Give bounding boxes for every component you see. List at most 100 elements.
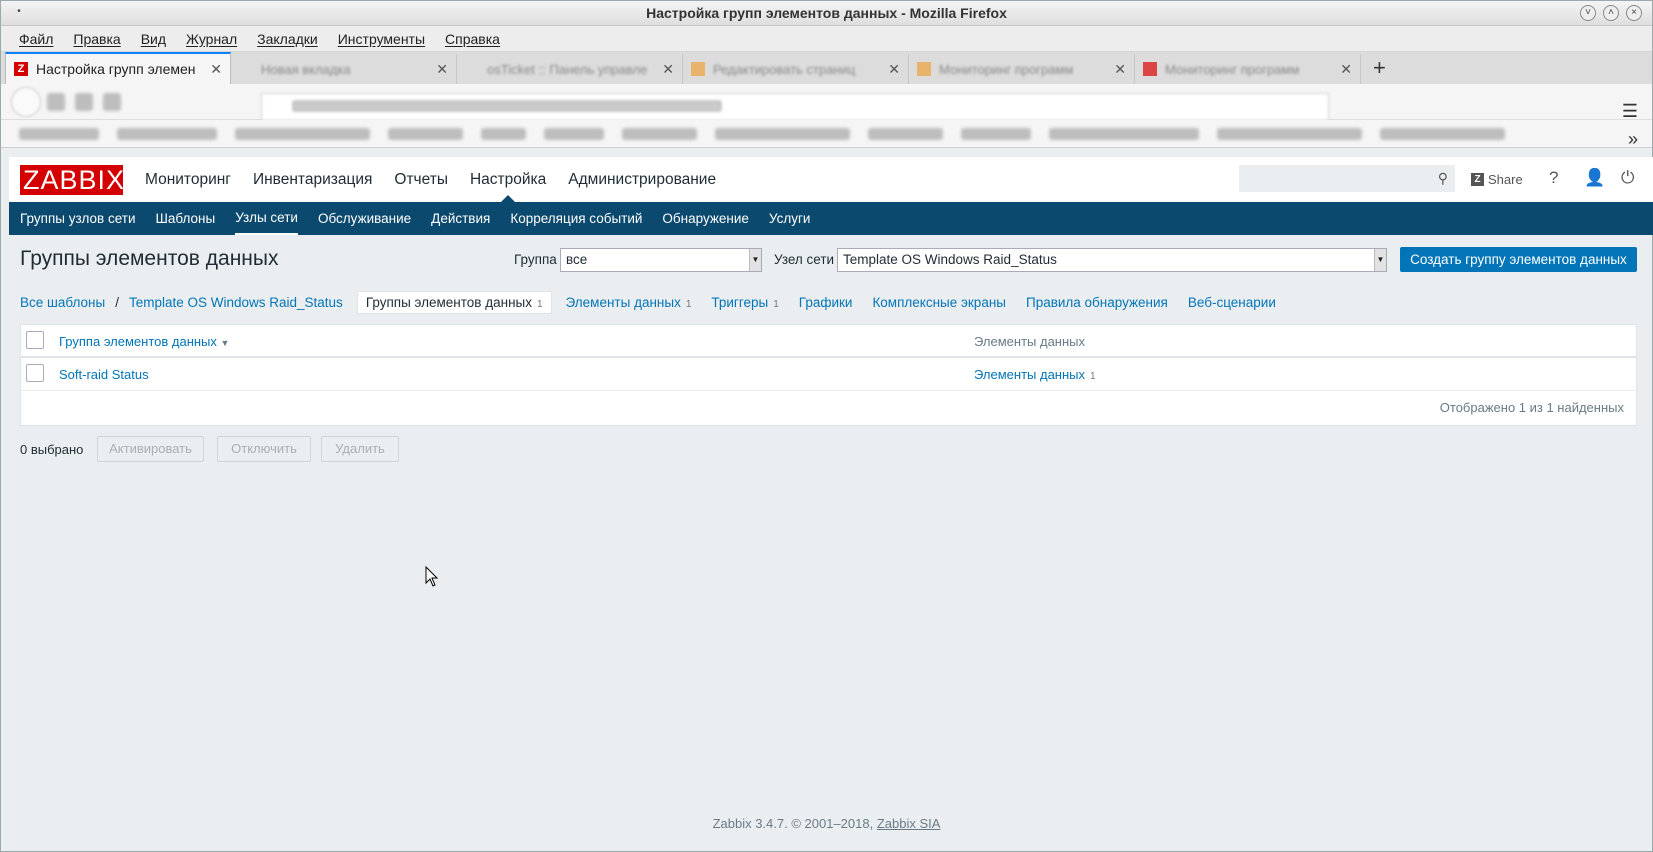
tab-favicon-icon	[465, 62, 479, 76]
zabbix-logo[interactable]: ZABBIX	[20, 164, 124, 195]
menu-file[interactable]: Файл	[19, 31, 53, 47]
menu-bar: Файл Правка Вид Журнал Закладки Инструме…	[1, 26, 1652, 52]
forward-icon[interactable]	[47, 92, 65, 111]
items-link[interactable]: Элементы данных 1	[974, 367, 1096, 382]
application-name-link[interactable]: Soft-raid Status	[59, 367, 149, 382]
bookmark-item[interactable]	[235, 127, 370, 140]
help-icon[interactable]: ?	[1549, 168, 1558, 188]
menu-history[interactable]: Журнал	[186, 31, 237, 47]
tab-applications[interactable]: Группы элементов данных 1	[356, 290, 552, 314]
bookmark-item[interactable]	[1049, 127, 1199, 140]
chevron-down-icon: ▼	[1374, 249, 1386, 271]
menu-tools[interactable]: Инструменты	[338, 31, 425, 47]
table-header: Группа элементов данных ▼ Элементы данны…	[21, 325, 1636, 358]
menu-inventory[interactable]: Инвентаризация	[253, 157, 372, 202]
bookmark-item[interactable]	[388, 127, 463, 140]
tab-close-icon[interactable]: ✕	[1114, 61, 1126, 78]
row-checkbox[interactable]	[26, 364, 44, 382]
tab-items-count: 1	[685, 298, 692, 310]
window-menu-icon[interactable]: •	[11, 5, 27, 21]
title-bar: • Настройка групп элементов данных - Moz…	[1, 1, 1652, 26]
bookmark-item[interactable]	[481, 127, 526, 140]
tab-close-icon[interactable]: ✕	[1340, 61, 1352, 78]
share-button[interactable]: Z Share	[1471, 172, 1523, 187]
create-application-button[interactable]: Создать группу элементов данных	[1400, 247, 1637, 272]
tab-triggers[interactable]: Триггеры 1	[711, 295, 778, 310]
breadcrumb-all-templates[interactable]: Все шаблоны	[20, 295, 105, 310]
menu-bookmarks[interactable]: Закладки	[257, 31, 318, 47]
menu-administration[interactable]: Администрирование	[568, 157, 716, 202]
bookmark-item[interactable]	[1380, 127, 1505, 140]
bookmark-item[interactable]	[117, 127, 217, 140]
tab-6[interactable]: Мониторинг программ ✕	[1135, 54, 1361, 84]
host-select[interactable]: Template OS Windows Raid_Status ▼	[837, 248, 1387, 272]
bookmark-item[interactable]	[868, 127, 943, 140]
window-title: Настройка групп элементов данных - Mozil…	[646, 5, 1007, 21]
delete-button[interactable]: Удалить	[321, 436, 399, 462]
tab-close-icon[interactable]: ✕	[436, 61, 448, 78]
tab-graphs[interactable]: Графики	[799, 295, 853, 310]
minimize-icon[interactable]: ˅	[1580, 5, 1596, 21]
submenu-actions[interactable]: Действия	[431, 202, 490, 235]
footer-link[interactable]: Zabbix SIA	[877, 816, 941, 831]
back-icon[interactable]	[11, 86, 41, 117]
bookmark-item[interactable]	[19, 127, 99, 140]
bookmark-item[interactable]	[1217, 127, 1362, 140]
submenu-maintenance[interactable]: Обслуживание	[318, 202, 411, 235]
breadcrumb: Все шаблоны / Template OS Windows Raid_S…	[20, 290, 1296, 314]
tab-web-scenarios[interactable]: Веб-сценарии	[1188, 295, 1276, 310]
bookmark-item[interactable]	[715, 127, 850, 140]
tab-close-icon[interactable]: ✕	[210, 61, 222, 78]
new-tab-icon[interactable]: +	[1361, 54, 1398, 84]
tab-screens[interactable]: Комплексные экраны	[872, 295, 1006, 310]
submenu-host-groups[interactable]: Группы узлов сети	[20, 202, 136, 235]
menu-help[interactable]: Справка	[445, 31, 500, 47]
submenu-event-correlation[interactable]: Корреляция событий	[510, 202, 642, 235]
reload-icon[interactable]	[75, 92, 93, 111]
tab-triggers-label: Триггеры	[711, 294, 769, 310]
bookmark-item[interactable]	[622, 127, 697, 140]
tab-2[interactable]: Новая вкладка ✕	[231, 54, 457, 84]
menu-monitoring[interactable]: Мониторинг	[145, 157, 231, 202]
tab-active[interactable]: Z Настройка групп элемен ✕	[5, 52, 231, 84]
menu-hamburger-icon[interactable]: ☰	[1622, 101, 1638, 122]
maximize-icon[interactable]: ˄	[1603, 5, 1619, 21]
bookmarks-bar	[1, 120, 1652, 148]
tab-favicon-icon	[691, 62, 705, 76]
menu-configuration[interactable]: Настройка	[470, 157, 546, 202]
bookmarks-overflow-icon[interactable]: »	[1628, 129, 1638, 150]
home-icon[interactable]	[103, 92, 121, 111]
tab-3[interactable]: osTicket :: Панель управле ✕	[457, 54, 683, 84]
tab-label: Мониторинг программ	[939, 61, 1074, 77]
breadcrumb-template[interactable]: Template OS Windows Raid_Status	[129, 295, 343, 310]
menu-reports[interactable]: Отчеты	[394, 157, 448, 202]
host-filter-label: Узел сети	[774, 252, 835, 267]
submenu-discovery[interactable]: Обнаружение	[662, 202, 749, 235]
logout-icon[interactable]: ⏻	[1621, 168, 1634, 188]
tab-triggers-count: 1	[773, 298, 779, 310]
bookmark-item[interactable]	[544, 127, 604, 140]
submenu-templates[interactable]: Шаблоны	[156, 202, 216, 235]
bookmark-item[interactable]	[961, 127, 1031, 140]
tab-close-icon[interactable]: ✕	[888, 61, 900, 78]
global-search-input[interactable]: ⚲	[1239, 165, 1455, 192]
submenu-services[interactable]: Услуги	[769, 202, 811, 235]
group-select[interactable]: все ▼	[560, 248, 762, 272]
search-icon[interactable]: ⚲	[1438, 170, 1448, 187]
tab-5[interactable]: Мониторинг программ ✕	[909, 54, 1135, 84]
tab-close-icon[interactable]: ✕	[662, 61, 674, 78]
tab-items[interactable]: Элементы данных 1	[566, 295, 692, 310]
menu-edit[interactable]: Правка	[73, 31, 120, 47]
disable-button[interactable]: Отключить	[217, 436, 311, 462]
close-icon[interactable]: ×	[1626, 5, 1642, 21]
user-profile-icon[interactable]: 👤	[1584, 168, 1605, 188]
column-header-name[interactable]: Группа элементов данных ▼	[59, 334, 229, 349]
tab-discovery-rules[interactable]: Правила обнаружения	[1026, 295, 1168, 310]
tab-4[interactable]: Редактировать страниц ✕	[683, 54, 909, 84]
zabbix-favicon-icon: Z	[14, 62, 28, 76]
url-bar[interactable]	[261, 93, 1329, 121]
menu-view[interactable]: Вид	[141, 31, 166, 47]
select-all-checkbox[interactable]	[26, 331, 44, 349]
submenu-hosts[interactable]: Узлы сети	[235, 202, 298, 235]
activate-button[interactable]: Активировать	[97, 436, 204, 462]
